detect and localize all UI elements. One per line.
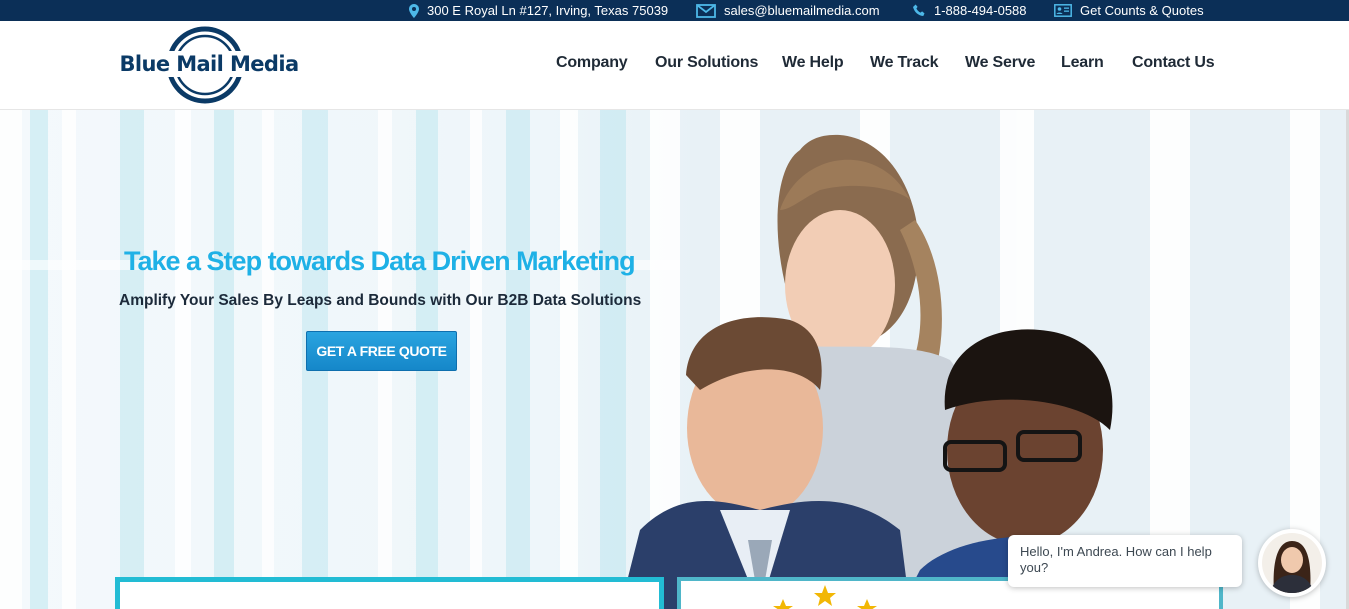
logo[interactable]: Blue Mail Media — [118, 25, 303, 107]
star-icon — [773, 599, 793, 609]
address-item: 300 E Royal Ln #127, Irving, Texas 75039 — [409, 0, 668, 21]
rating-stars — [773, 585, 877, 609]
star-icon — [857, 599, 877, 609]
feature-card-left[interactable] — [115, 577, 664, 609]
map-pin-icon — [409, 3, 419, 18]
logo-text: Blue Mail Media — [118, 51, 300, 77]
top-contact-bar: 300 E Royal Ln #127, Irving, Texas 75039… — [0, 0, 1349, 21]
nav-we-serve[interactable]: We Serve — [965, 54, 1035, 72]
nav-we-track[interactable]: We Track — [870, 54, 939, 72]
site-header: Blue Mail Media Company Our Solutions We… — [0, 21, 1349, 110]
address-text: 300 E Royal Ln #127, Irving, Texas 75039 — [427, 3, 669, 18]
phone-item[interactable]: 1-888-494-0588 — [913, 0, 1027, 21]
nav-company[interactable]: Company — [556, 54, 628, 72]
hero-title: Take a Step towards Data Driven Marketin… — [124, 246, 636, 276]
get-free-quote-button[interactable]: GET A FREE QUOTE — [306, 331, 457, 371]
email-link[interactable]: sales@bluemailmedia.com — [724, 3, 880, 18]
email-item[interactable]: sales@bluemailmedia.com — [696, 0, 880, 21]
chat-agent-photo — [1262, 533, 1322, 593]
phone-icon — [913, 4, 925, 16]
chat-greeting-bubble[interactable]: Hello, I'm Andrea. How can I help you? — [1008, 535, 1242, 587]
nav-we-help[interactable]: We Help — [782, 54, 844, 72]
nav-learn[interactable]: Learn — [1061, 54, 1104, 72]
contact-card-icon — [1054, 4, 1072, 17]
hero-subtitle: Amplify Your Sales By Leaps and Bounds w… — [119, 292, 642, 309]
quote-item[interactable]: Get Counts & Quotes — [1054, 0, 1204, 21]
phone-link[interactable]: 1-888-494-0588 — [934, 3, 1027, 18]
nav-contact-us[interactable]: Contact Us — [1132, 54, 1215, 72]
envelope-icon — [696, 3, 716, 18]
nav-our-solutions[interactable]: Our Solutions — [655, 54, 758, 72]
chat-avatar[interactable] — [1258, 529, 1326, 597]
star-icon — [814, 585, 836, 606]
quote-link[interactable]: Get Counts & Quotes — [1080, 3, 1204, 18]
